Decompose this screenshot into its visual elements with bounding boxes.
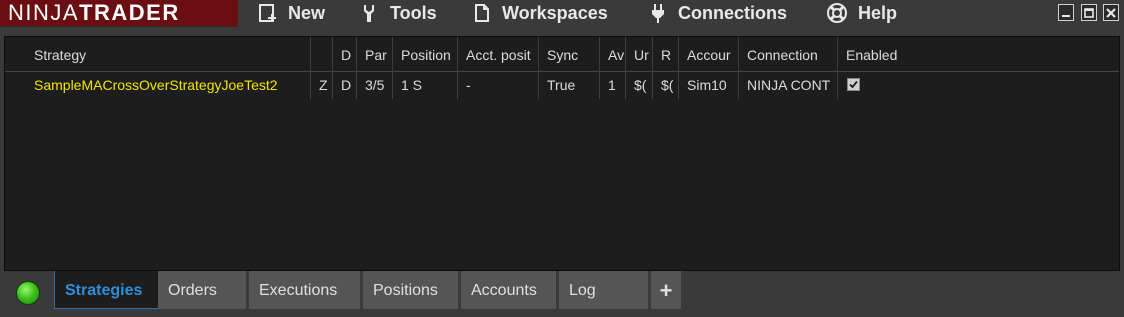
column-header-enabled[interactable]: Enabled [837, 37, 1119, 71]
menu-connections-label: Connections [678, 2, 788, 23]
tab-strategies[interactable]: Strategies [54, 271, 159, 309]
menu-new-label: New [288, 2, 326, 23]
grid-header: Strategy D Par Position Acct. posit Sync… [5, 37, 1119, 72]
enabled-checkbox[interactable] [847, 78, 860, 91]
tab-log[interactable]: Log [559, 271, 648, 309]
cell-blank: Z [310, 71, 332, 99]
document-icon [475, 4, 489, 22]
tab-accounts[interactable]: Accounts [461, 271, 556, 309]
connection-status-indicator [17, 282, 39, 304]
tab-orders[interactable]: Orders [158, 271, 246, 309]
cell-av: 1 [599, 71, 625, 99]
cell-account: Sim10 [678, 71, 738, 99]
column-header-av[interactable]: Av [599, 37, 625, 71]
close-button[interactable] [1103, 4, 1119, 21]
column-header-connection[interactable]: Connection [738, 37, 837, 71]
wrench-icon [364, 5, 374, 22]
ninjatrader-logo: NINJATRADER [0, 0, 238, 27]
plug-icon [652, 4, 664, 23]
maximize-button[interactable] [1081, 4, 1097, 21]
cell-enabled [837, 71, 1119, 99]
column-header-position[interactable]: Position [392, 37, 457, 71]
cell-r: $( [652, 71, 678, 99]
tab-executions[interactable]: Executions [249, 271, 360, 309]
column-header-blank[interactable] [310, 37, 332, 71]
logo-part-2: TRADER [79, 0, 180, 25]
cell-sync: True [538, 71, 599, 99]
cell-strategy: SampleMACrossOverStrategyJoeTest2 [34, 77, 278, 93]
table-row[interactable]: SampleMACrossOverStrategyJoeTest2 Z D 3/… [5, 71, 1119, 99]
column-header-strategy[interactable]: Strategy [5, 37, 310, 71]
menu-help-label: Help [858, 2, 898, 23]
column-header-acct-position[interactable]: Acct. posit [457, 37, 538, 71]
menu-new[interactable]: New [258, 0, 325, 26]
close-icon [1106, 7, 1116, 18]
cell-connection: NINJA CONT [738, 71, 837, 99]
strategies-grid: Strategy D Par Position Acct. posit Sync… [4, 36, 1120, 271]
menu-tools[interactable]: Tools [360, 0, 437, 26]
logo-part-1: NINJA [8, 0, 80, 25]
menu-connections[interactable]: Connections [648, 0, 787, 26]
cell-ur: $( [625, 71, 652, 99]
new-icon [259, 4, 276, 22]
tab-positions[interactable]: Positions [363, 271, 458, 309]
column-header-r[interactable]: R [652, 37, 678, 71]
column-header-d[interactable]: D [332, 37, 356, 71]
column-header-par[interactable]: Par [356, 37, 392, 71]
minimize-icon [1062, 14, 1070, 17]
checkmark-icon [849, 80, 858, 89]
add-tab-button[interactable]: + [651, 271, 681, 309]
menu-workspaces-label: Workspaces [502, 2, 608, 23]
column-header-account[interactable]: Accour [678, 37, 738, 71]
cell-position: 1 S [392, 71, 457, 99]
cell-acct-position: - [457, 71, 538, 99]
cell-par: 3/5 [356, 71, 392, 99]
maximize-icon [1084, 7, 1094, 18]
cell-d: D [332, 71, 356, 99]
menu-tools-label: Tools [390, 2, 437, 23]
column-header-sync[interactable]: Sync [538, 37, 599, 71]
menu-bar: NINJATRADER New Tools Workspaces Connect… [0, 0, 1124, 27]
menu-help[interactable]: Help [826, 0, 897, 26]
lifebuoy-icon [827, 3, 847, 23]
minimize-button[interactable] [1058, 4, 1074, 21]
column-header-ur[interactable]: Ur [625, 37, 652, 71]
logo-text: NINJATRADER [8, 1, 180, 25]
menu-workspaces[interactable]: Workspaces [472, 0, 608, 26]
